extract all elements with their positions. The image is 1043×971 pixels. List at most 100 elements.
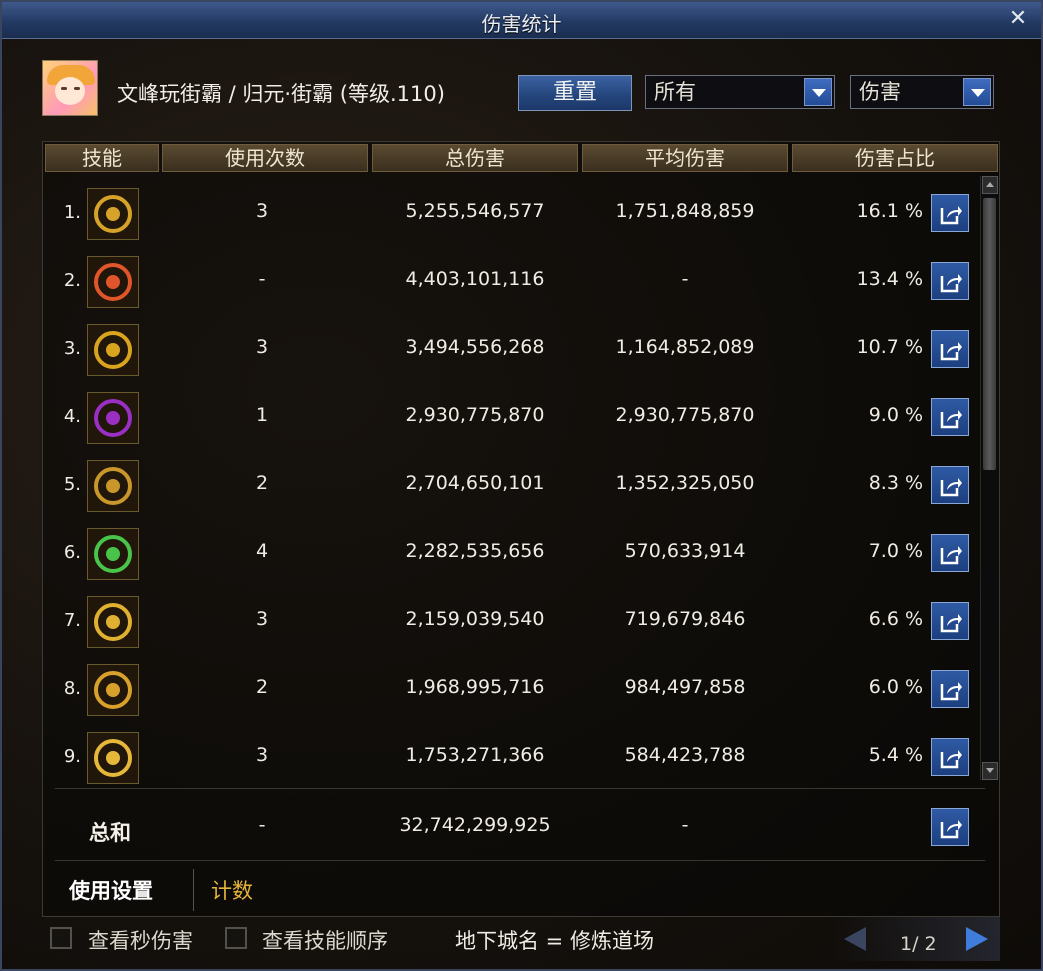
- row-rank: 6.: [63, 542, 81, 563]
- spiral-skill-icon: [87, 324, 139, 376]
- type-dropdown-value: 伤害: [859, 80, 901, 104]
- row-uses: 1: [255, 404, 269, 426]
- row-avg-damage: 719,679,846: [624, 608, 746, 630]
- row-rank: 9.: [63, 746, 81, 767]
- damage-stats-window: 伤害统计 ✕ 文峰玩街霸 / 归元·街霸 (等级.110) 重置 所有 伤害 技…: [0, 0, 1043, 971]
- row-share-button[interactable]: [931, 398, 969, 436]
- total-row: 总和 - 32,742,299,925 -: [43, 792, 983, 860]
- row-damage-share: 6.6 %: [868, 608, 923, 630]
- row-share-button[interactable]: [931, 330, 969, 368]
- window-title: 伤害统计: [481, 12, 562, 36]
- row-avg-damage: 1,164,852,089: [615, 336, 755, 358]
- row-share-button[interactable]: [931, 602, 969, 640]
- damage-table: 技能 使用次数 总伤害 平均伤害 伤害占比 1. 3 5,255,546,577 1,…: [42, 141, 1000, 917]
- type-dropdown[interactable]: 伤害: [850, 75, 994, 109]
- row-avg-damage: 984,497,858: [624, 676, 746, 698]
- row-total-damage: 2,282,535,656: [405, 540, 545, 562]
- total-avg: -: [681, 814, 689, 836]
- row-damage-share: 6.0 %: [868, 676, 923, 698]
- row-rank: 5.: [63, 474, 81, 495]
- column-header-total: 总伤害: [372, 144, 578, 172]
- row-share-button[interactable]: [931, 466, 969, 504]
- tab-usage-settings[interactable]: 使用设置: [69, 875, 153, 905]
- share-icon: [940, 614, 962, 633]
- prev-page-icon[interactable]: [844, 927, 866, 951]
- row-total-damage: 2,159,039,540: [405, 608, 545, 630]
- table-row: 6. 4 2,282,535,656 570,633,914 7.0 %: [43, 518, 983, 586]
- table-row: 5. 2 2,704,650,101 1,352,325,050 8.3 %: [43, 450, 983, 518]
- next-page-icon[interactable]: [966, 927, 988, 951]
- row-avg-damage: 584,423,788: [624, 744, 746, 766]
- share-icon: [940, 274, 962, 293]
- show-skill-order-label: 查看技能顺序: [262, 929, 388, 953]
- total-damage: 32,742,299,925: [399, 814, 551, 836]
- purple-flame-skill-icon: [87, 392, 139, 444]
- row-rank: 3.: [63, 338, 81, 359]
- row-total-damage: 5,255,546,577: [405, 200, 545, 222]
- row-damage-share: 13.4 %: [856, 268, 923, 290]
- row-share-button[interactable]: [931, 262, 969, 300]
- column-header-pct: 伤害占比: [792, 144, 998, 172]
- close-icon[interactable]: ✕: [1007, 8, 1029, 30]
- show-dps-checkbox[interactable]: [50, 927, 72, 949]
- fang-skill-icon: [87, 664, 139, 716]
- row-total-damage: 1,753,271,366: [405, 744, 545, 766]
- row-damage-share: 5.4 %: [868, 744, 923, 766]
- page-indicator: 1/ 2: [900, 933, 937, 955]
- row-avg-damage: -: [681, 268, 689, 290]
- row-share-button[interactable]: [931, 194, 969, 232]
- tab-count[interactable]: 计数: [211, 875, 253, 905]
- row-uses: 2: [255, 676, 269, 698]
- share-icon: [940, 682, 962, 701]
- total-share-button[interactable]: [931, 808, 969, 846]
- share-icon: [940, 478, 962, 497]
- table-header: 技能 使用次数 总伤害 平均伤害 伤害占比: [43, 142, 999, 172]
- show-skill-order-checkbox[interactable]: [225, 927, 247, 949]
- row-total-damage: 1,968,995,716: [405, 676, 545, 698]
- share-icon: [940, 342, 962, 361]
- row-damage-share: 8.3 %: [868, 472, 923, 494]
- divider: [55, 860, 985, 861]
- table-row: 2. - 4,403,101,116 - 13.4 %: [43, 246, 983, 314]
- row-total-damage: 2,930,775,870: [405, 404, 545, 426]
- table-row: 4. 1 2,930,775,870 2,930,775,870 9.0 %: [43, 382, 983, 450]
- column-header-uses: 使用次数: [162, 144, 368, 172]
- crown-ring-skill-icon: [87, 732, 139, 784]
- row-rank: 7.: [63, 610, 81, 631]
- row-rank: 8.: [63, 678, 81, 699]
- scroll-up-icon[interactable]: [982, 176, 998, 194]
- green-jar-skill-icon: [87, 528, 139, 580]
- bottom-tabs: 使用设置 计数: [43, 867, 983, 913]
- show-dps-label: 查看秒伤害: [88, 929, 193, 953]
- slash-skill-icon: [87, 596, 139, 648]
- scrollbar[interactable]: [980, 176, 999, 780]
- skull-star-skill-icon: [87, 188, 139, 240]
- pagination: 1/ 2: [830, 917, 1000, 961]
- table-row: 7. 3 2,159,039,540 719,679,846 6.6 %: [43, 586, 983, 654]
- table-row: 8. 2 1,968,995,716 984,497,858 6.0 %: [43, 654, 983, 722]
- row-avg-damage: 1,352,325,050: [615, 472, 755, 494]
- filter-dropdown-value: 所有: [654, 80, 696, 104]
- row-share-button[interactable]: [931, 738, 969, 776]
- row-share-button[interactable]: [931, 534, 969, 572]
- chevron-down-icon[interactable]: [963, 78, 991, 106]
- row-share-button[interactable]: [931, 670, 969, 708]
- chevron-down-icon[interactable]: [804, 78, 832, 106]
- tab-separator: [193, 869, 194, 911]
- fire-claw-skill-icon: [87, 256, 139, 308]
- character-name: 文峰玩街霸 / 归元·街霸 (等级.110): [117, 82, 445, 106]
- row-uses: 3: [255, 200, 269, 222]
- row-total-damage: 2,704,650,101: [405, 472, 545, 494]
- scroll-down-icon[interactable]: [982, 762, 998, 780]
- row-uses: 3: [255, 336, 269, 358]
- total-uses: -: [258, 814, 266, 836]
- share-icon: [940, 546, 962, 565]
- row-uses: 3: [255, 608, 269, 630]
- filter-dropdown[interactable]: 所有: [645, 75, 835, 109]
- row-total-damage: 3,494,556,268: [405, 336, 545, 358]
- footer: 查看秒伤害 查看技能顺序 地下城名 = 修炼道场 1/ 2: [2, 917, 1043, 969]
- reset-button[interactable]: 重置: [518, 75, 632, 111]
- scrollbar-thumb[interactable]: [983, 198, 996, 470]
- title-bar[interactable]: 伤害统计 ✕: [2, 2, 1041, 39]
- burst-skill-icon: [87, 460, 139, 512]
